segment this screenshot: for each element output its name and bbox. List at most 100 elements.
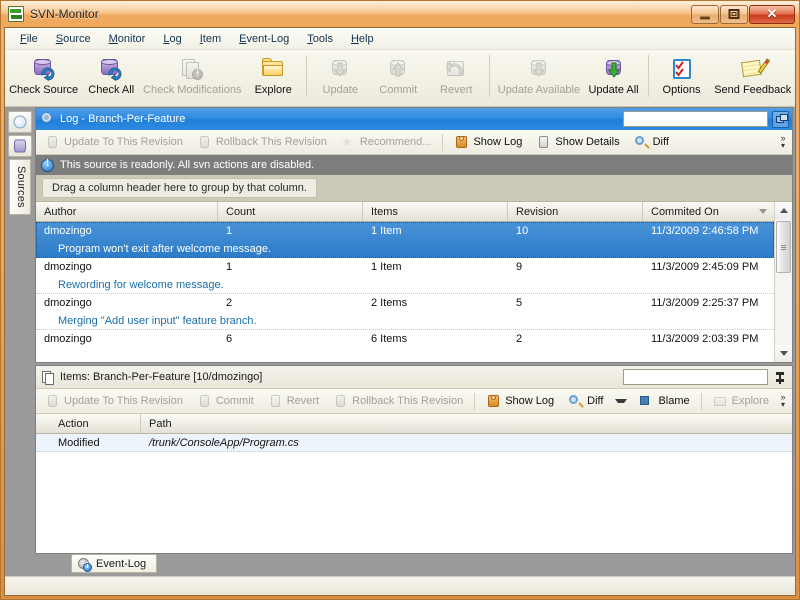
items-blame-label: Blame [658, 395, 690, 407]
items-toolbar-overflow-button[interactable]: » ▾ [776, 393, 792, 409]
table-row[interactable]: Modified /trunk/ConsoleApp/Program.cs [36, 434, 792, 452]
menu-monitor[interactable]: Monitor [100, 30, 155, 48]
sources-database-icon[interactable] [8, 135, 32, 157]
minimize-button[interactable] [691, 4, 719, 24]
history-clock-icon[interactable] [8, 111, 32, 133]
log-grid-header: Author Count Items Revision Commited On [36, 202, 774, 222]
log-cell-revision: 5 [516, 297, 523, 309]
items-panel-caption: Items: Branch-Per-Feature [10/dmozingo] [36, 366, 792, 389]
items-panel-pin-button[interactable] [772, 369, 789, 386]
bottom-tab-event-log-label: Event-Log [96, 557, 147, 570]
log-cell-author: dmozingo [44, 333, 92, 345]
log-update-to-revision-button[interactable]: Update To This Revision [38, 132, 190, 153]
log-column-items[interactable]: Items [363, 202, 508, 221]
send-feedback-icon [740, 56, 770, 82]
items-column-path[interactable]: Path [141, 414, 792, 433]
diff-magnifier-icon [634, 135, 649, 150]
menu-event-log[interactable]: Event-Log [230, 30, 298, 48]
items-update-to-revision-button[interactable]: Update To This Revision [38, 391, 190, 412]
items-blame-button[interactable]: Blame [632, 391, 696, 412]
readonly-notice-text: This source is readonly. All svn actions… [60, 159, 315, 171]
items-rollback-button[interactable]: Rollback This Revision [326, 391, 470, 412]
log-grid: Author Count Items Revision Commited On [36, 202, 792, 362]
update-icon [327, 56, 353, 82]
explore-folder-icon [260, 56, 286, 82]
check-modifications-icon [179, 56, 205, 82]
log-column-revision[interactable]: Revision [508, 202, 643, 221]
check-all-icon [98, 56, 124, 82]
items-icon [40, 370, 55, 385]
items-diff-button[interactable]: Diff [561, 391, 610, 412]
log-column-author[interactable]: Author [36, 202, 218, 221]
toolbar-check-source[interactable]: Check Source [5, 53, 82, 97]
group-by-strip[interactable]: Drag a column header here to group by th… [36, 175, 792, 202]
toolbar-update-all[interactable]: Update All [584, 53, 644, 97]
items-show-log-button[interactable]: Show Log [479, 391, 561, 412]
window-controls: ✕ [691, 4, 795, 24]
sidebar-tab-sources[interactable]: Sources [9, 159, 31, 215]
log-diff-button[interactable]: Diff [627, 132, 676, 153]
items-explore-button[interactable]: Explore [706, 391, 776, 412]
close-button[interactable]: ✕ [749, 4, 795, 24]
table-row[interactable]: dmozingo 6 6 Items 2 11/3/2009 2:03:39 P… [36, 330, 774, 362]
toolbar-revert[interactable]: Revert [427, 53, 485, 97]
table-row[interactable]: dmozingo 1 1 Item 10 11/3/2009 2:46:58 P… [36, 222, 774, 258]
log-cell-count: 2 [226, 297, 233, 309]
log-show-details-button[interactable]: Show Details [529, 132, 626, 153]
items-search-input[interactable] [623, 369, 768, 385]
scroll-up-button[interactable] [775, 202, 792, 219]
toolbar-options[interactable]: Options [653, 53, 711, 97]
log-grid-scrollbar[interactable] [774, 202, 792, 362]
menu-tools[interactable]: Tools [298, 30, 342, 48]
menu-item[interactable]: Item [191, 30, 230, 48]
items-column-action[interactable]: Action [36, 414, 141, 433]
items-revert-button[interactable]: Revert [261, 391, 326, 412]
toolbar-update-available[interactable]: Update Available [494, 53, 583, 97]
log-column-committed-on[interactable]: Commited On [643, 202, 774, 221]
log-row-message: Rewording for welcome message. [58, 278, 224, 291]
scroll-thumb[interactable] [776, 221, 791, 273]
items-rollback-label: Rollback This Revision [352, 395, 464, 407]
menu-help[interactable]: Help [342, 30, 383, 48]
log-row-message: Program won't exit after welcome message… [58, 242, 272, 255]
window-title: SVN-Monitor [30, 7, 99, 21]
toolbar-send-feedback[interactable]: Send Feedback [711, 53, 796, 97]
log-recommend-button[interactable]: ★ Recommend... [334, 132, 439, 153]
log-search-input[interactable] [623, 111, 768, 127]
menu-log[interactable]: Log [154, 30, 190, 48]
scroll-track[interactable] [775, 219, 792, 345]
menu-file[interactable]: File [11, 30, 47, 48]
log-cell-committed-on: 11/3/2009 2:46:58 PM [651, 225, 759, 237]
table-row[interactable]: dmozingo 2 2 Items 5 11/3/2009 2:25:37 P… [36, 294, 774, 330]
log-column-count[interactable]: Count [218, 202, 363, 221]
chevron-up-icon [779, 208, 788, 213]
items-commit-label: Commit [215, 395, 254, 407]
toolbar-update-all-label: Update All [588, 84, 639, 96]
items-toolbar-separator-2 [700, 392, 702, 410]
diff-dropdown-icon[interactable] [615, 399, 628, 403]
toolbar-update-label: Update [322, 84, 358, 96]
toolbar-options-label: Options [662, 84, 701, 96]
toolbar-commit[interactable]: Commit [369, 53, 427, 97]
readonly-notice-bar: This source is readonly. All svn actions… [36, 155, 792, 175]
check-source-icon [31, 56, 57, 82]
toolbar-update[interactable]: Update [311, 53, 369, 97]
log-rollback-button[interactable]: Rollback This Revision [190, 132, 334, 153]
maximize-button[interactable] [720, 4, 748, 24]
items-commit-button[interactable]: Commit [190, 391, 261, 412]
toolbar-explore[interactable]: Explore [244, 53, 302, 97]
log-panel-float-button[interactable] [772, 110, 789, 128]
toolbar-check-modifications[interactable]: Check Modifications [140, 53, 244, 97]
log-show-log-button[interactable]: Show Log [447, 132, 529, 153]
toolbar-separator-2 [489, 55, 491, 97]
toolbar-check-all[interactable]: Check All [82, 53, 140, 97]
items-update-to-revision-label: Update To This Revision [64, 395, 183, 407]
scroll-down-button[interactable] [775, 345, 792, 362]
bottom-tab-event-log[interactable]: Event-Log [71, 554, 158, 573]
items-diff-label: Diff [587, 395, 604, 407]
log-recommend-label: Recommend... [359, 136, 432, 148]
menu-source[interactable]: Source [47, 30, 100, 48]
log-toolbar-overflow-button[interactable]: » ▾ [776, 134, 792, 150]
revert-icon [443, 56, 469, 82]
table-row[interactable]: dmozingo 1 1 Item 9 11/3/2009 2:45:09 PM… [36, 258, 774, 294]
